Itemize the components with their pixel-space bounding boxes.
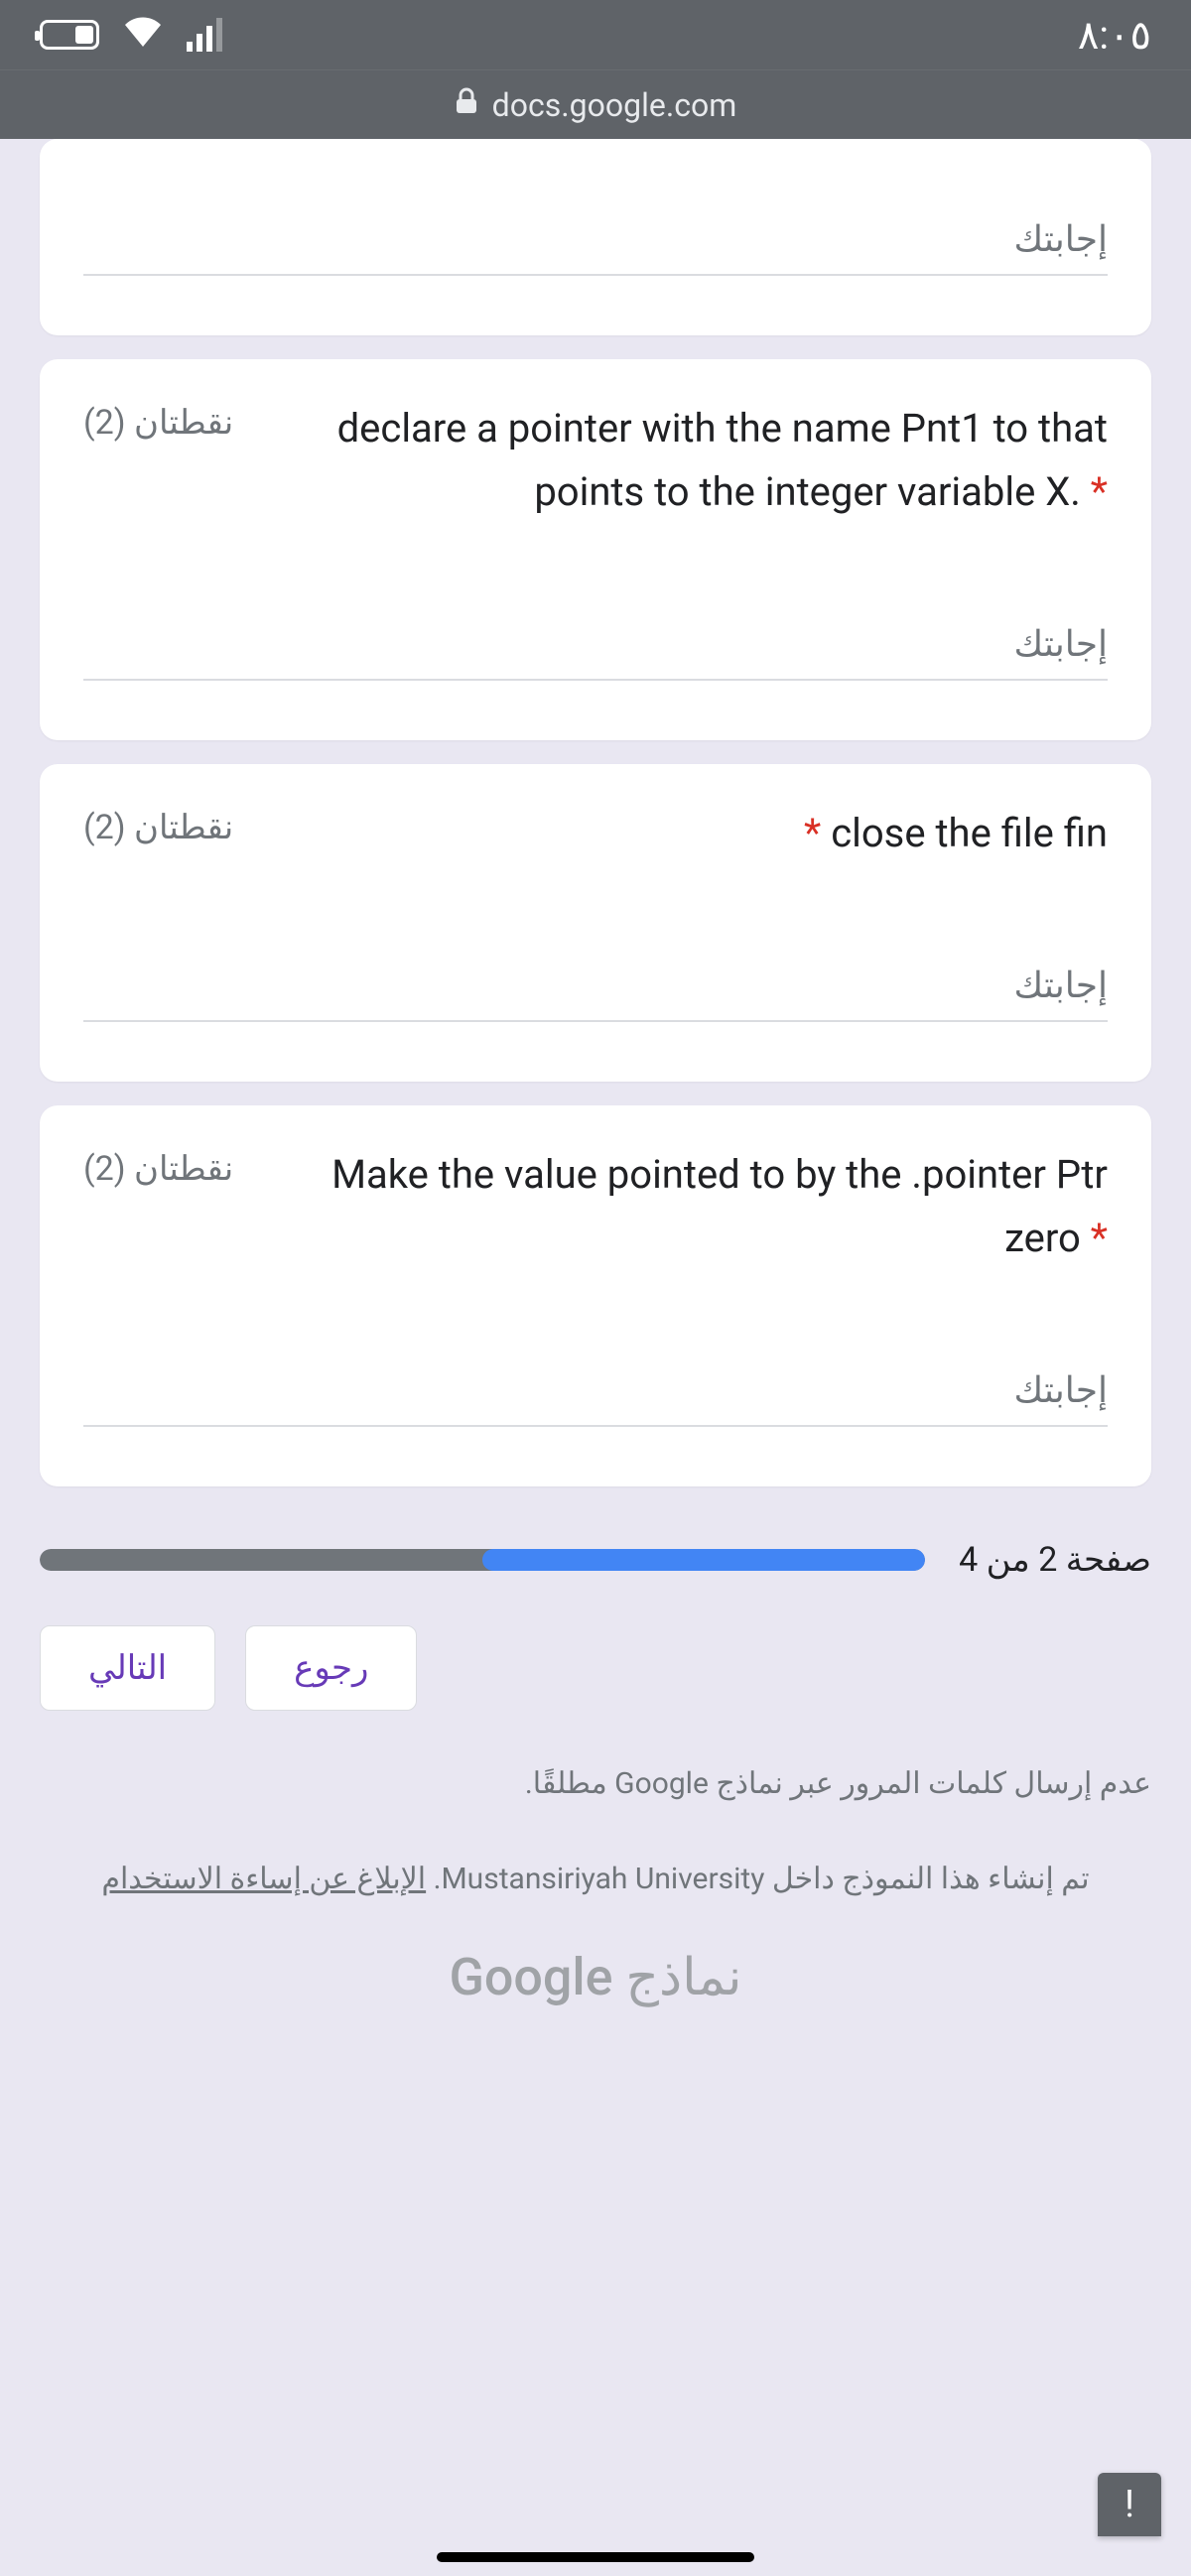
org-line: تم إنشاء هذا النموذج داخل Mustansiriyah … bbox=[40, 1851, 1151, 1907]
url-bar[interactable]: docs.google.com bbox=[0, 69, 1191, 139]
answer-input[interactable] bbox=[83, 1359, 1108, 1425]
answer-field[interactable] bbox=[83, 955, 1108, 1022]
battery-icon bbox=[40, 20, 99, 50]
question-card: نقطتان (2) Make the value pointed to by … bbox=[40, 1105, 1151, 1486]
password-disclaimer: عدم إرسال كلمات المرور عبر نماذج Google … bbox=[40, 1758, 1151, 1809]
signal-icon bbox=[187, 18, 222, 52]
clock: ٨:٠٥ bbox=[1078, 12, 1151, 59]
report-abuse-link[interactable]: الإبلاغ عن إساءة الاستخدام bbox=[101, 1862, 426, 1896]
question-text: declare a pointer with the name Pnt1 to … bbox=[257, 397, 1108, 524]
next-button[interactable]: التالي bbox=[40, 1625, 215, 1711]
home-indicator[interactable] bbox=[437, 2552, 754, 2562]
progress-bar bbox=[40, 1549, 925, 1571]
answer-input[interactable] bbox=[83, 955, 1108, 1020]
status-bar: ٨:٠٥ bbox=[0, 0, 1191, 69]
back-button[interactable]: رجوع bbox=[245, 1625, 417, 1711]
exclamation-icon: ! bbox=[1125, 2483, 1134, 2526]
question-card bbox=[40, 139, 1151, 335]
answer-input[interactable] bbox=[83, 613, 1108, 679]
google-forms-brand[interactable]: نماذج Google bbox=[40, 1947, 1151, 2007]
answer-field[interactable] bbox=[83, 1359, 1108, 1427]
required-asterisk: * bbox=[1091, 1215, 1108, 1261]
question-text: Make the value pointed to by the .pointe… bbox=[257, 1143, 1108, 1270]
wifi-icon bbox=[123, 14, 163, 56]
required-asterisk: * bbox=[804, 810, 821, 856]
feedback-button[interactable]: ! bbox=[1098, 2473, 1161, 2536]
lock-icon bbox=[455, 87, 478, 122]
answer-field[interactable] bbox=[83, 613, 1108, 681]
progress-label: صفحة 2 من 4 bbox=[959, 1540, 1151, 1580]
points-label: نقطتان (2) bbox=[83, 1143, 233, 1189]
question-card: نقطتان (2) * close the file fin bbox=[40, 764, 1151, 1082]
url-text: docs.google.com bbox=[492, 86, 737, 124]
progress-row: صفحة 2 من 4 bbox=[40, 1540, 1151, 1580]
question-text: * close the file fin bbox=[257, 802, 1108, 865]
points-label: نقطتان (2) bbox=[83, 397, 233, 443]
question-card: نقطتان (2) declare a pointer with the na… bbox=[40, 359, 1151, 740]
answer-field[interactable] bbox=[83, 208, 1108, 276]
required-asterisk: * bbox=[1091, 468, 1108, 515]
points-label: نقطتان (2) bbox=[83, 802, 233, 847]
answer-input[interactable] bbox=[83, 208, 1108, 274]
